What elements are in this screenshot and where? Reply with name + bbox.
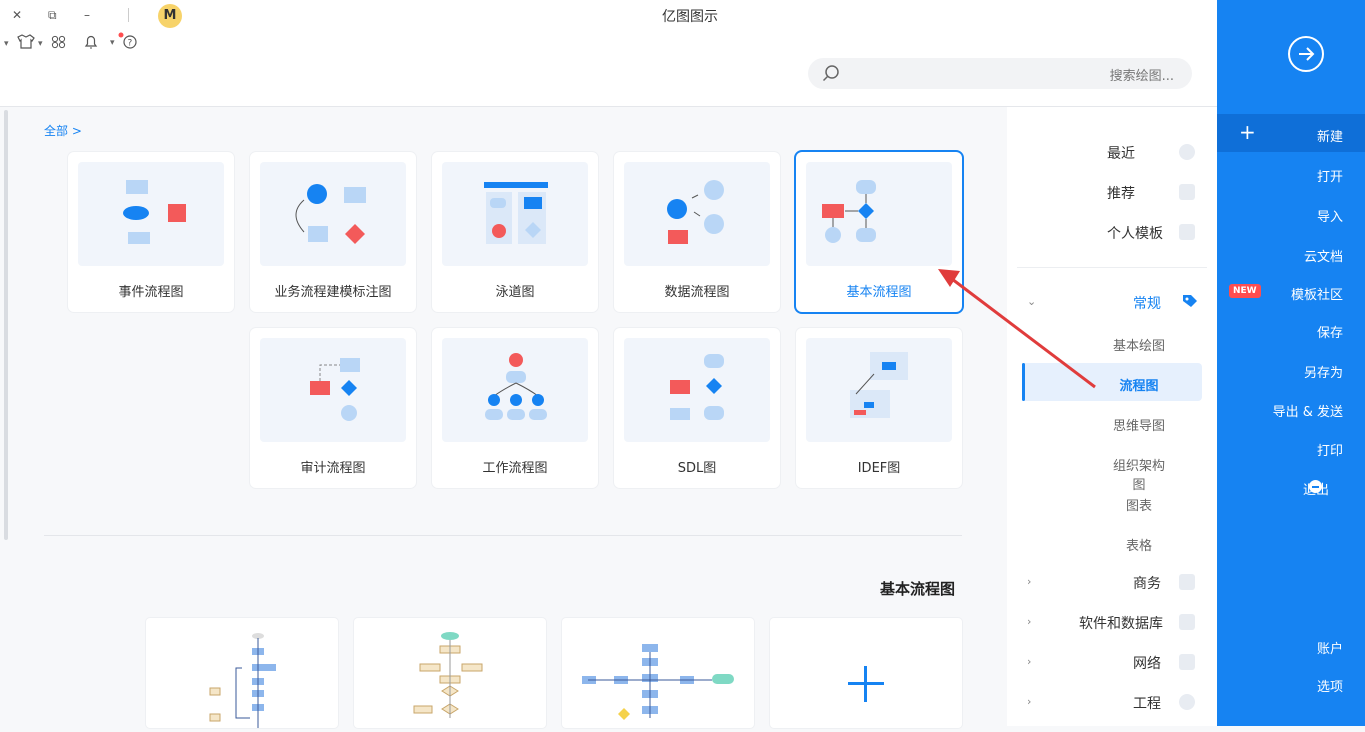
toolbar-divider	[128, 8, 129, 22]
briefcase-icon	[1179, 574, 1195, 590]
window-title: 亿图图示	[662, 9, 718, 25]
chevron-right-icon[interactable]: ›	[1027, 615, 1031, 628]
sdl-thumbnail	[624, 338, 770, 442]
star-icon	[1179, 184, 1195, 200]
subcategory-org-chart[interactable]: 组织架构图	[1107, 455, 1171, 493]
restore-button[interactable]: ⧉	[48, 8, 57, 23]
subcategory-tables[interactable]: 表格	[1107, 535, 1171, 554]
card-label: IDEF图	[857, 461, 901, 476]
search-input[interactable]: 搜索绘图...	[1110, 65, 1174, 84]
workflow-thumbnail	[442, 338, 588, 442]
flowchart-preview-1	[582, 644, 734, 720]
section-title: 基本流程图	[880, 580, 956, 598]
template-card-audit[interactable]: 审计流程图	[250, 328, 416, 488]
tag-icon	[1183, 295, 1197, 307]
svg-text:?: ?	[128, 39, 133, 49]
menu-export-send[interactable]: 导出 & 发送	[1223, 401, 1343, 420]
template-card-sdl[interactable]: SDL图	[614, 328, 780, 488]
category-panel: 最近 推荐 个人模板 ⌄ 常规 基本绘图 流程图 思维导图 组织架构图 图表 表…	[1007, 107, 1217, 726]
menu-save[interactable]: 保存	[1223, 322, 1343, 341]
svg-text:▾: ▾	[4, 39, 9, 49]
search-box[interactable]: 搜索绘图...	[808, 58, 1192, 89]
network-icon	[1179, 654, 1195, 670]
event-flow-thumbnail	[78, 162, 224, 266]
card-label: 工作流程图	[482, 461, 548, 476]
section-divider	[44, 535, 962, 536]
svg-text:▾: ▾	[38, 39, 43, 49]
code-icon	[1179, 614, 1195, 630]
template-card-swimlane[interactable]: 泳道图	[432, 152, 598, 312]
search-icon	[822, 65, 839, 82]
menu-import[interactable]: 导入	[1223, 206, 1343, 225]
plus-icon	[846, 664, 886, 704]
audit-thumbnail	[260, 338, 406, 442]
back-all-link[interactable]: 全部 >	[44, 122, 82, 139]
back-arrow-icon[interactable]	[1288, 36, 1324, 72]
subcategory-mindmap[interactable]: 思维导图	[1107, 415, 1171, 434]
new-badge: NEW	[1229, 284, 1261, 298]
apps-icon[interactable]: ▾	[38, 34, 68, 50]
subcategory-flowchart[interactable]: 流程图	[1107, 375, 1171, 394]
menu-new[interactable]: 新建	[1223, 126, 1343, 145]
basic-flowchart-thumbnail	[806, 162, 952, 266]
template-thumb-2[interactable]	[354, 618, 546, 728]
subcategory-charts[interactable]: 图表	[1107, 495, 1171, 514]
flowchart-preview-2	[413, 632, 483, 718]
card-label: SDL图	[677, 461, 717, 476]
card-label: 泳道图	[495, 285, 535, 300]
bell-icon[interactable]	[82, 33, 100, 51]
template-card-event-flow[interactable]: 事件流程图	[68, 152, 234, 312]
minimize-button[interactable]: –	[84, 8, 90, 22]
swimlane-thumbnail	[442, 162, 588, 266]
help-icon[interactable]: ▾ ?	[110, 31, 140, 51]
close-button[interactable]: ✕	[12, 8, 22, 22]
category-business[interactable]: 商务	[1133, 573, 1161, 593]
card-label: 业务流程建模标注图	[274, 285, 392, 300]
card-label: 数据流程图	[664, 285, 730, 300]
red-arrow-annotation	[938, 269, 1096, 389]
svg-text:▾: ▾	[110, 38, 115, 48]
card-label: 审计流程图	[300, 461, 366, 476]
subcategory-basic-drawing[interactable]: 基本绘图	[1107, 335, 1171, 354]
clock-icon	[1179, 144, 1195, 160]
category-recent[interactable]: 最近	[1107, 143, 1135, 163]
helmet-icon	[1179, 694, 1195, 710]
menu-open[interactable]: 打开	[1223, 166, 1343, 185]
chevron-right-icon[interactable]: ›	[1027, 655, 1031, 668]
category-general[interactable]: 常规	[1133, 293, 1161, 313]
category-recommended[interactable]: 推荐	[1107, 183, 1135, 203]
tshirt-icon[interactable]: ▾	[4, 34, 38, 50]
flowchart-preview-3	[209, 633, 276, 728]
card-label: 事件流程图	[118, 285, 184, 300]
template-card-workflow[interactable]: 工作流程图	[432, 328, 598, 488]
file-menu-panel: + 新建 打开 导入 云文档 模板社区 NEW 保存 另存为 导出 & 发送 打…	[1217, 0, 1365, 726]
bpmn-thumbnail	[260, 162, 406, 266]
template-card-data-flow[interactable]: 数据流程图	[614, 152, 780, 312]
chevron-right-icon[interactable]: ›	[1027, 695, 1031, 708]
menu-account[interactable]: 账户	[1223, 638, 1343, 657]
category-personal-templates[interactable]: 个人模板	[1107, 223, 1163, 243]
menu-print[interactable]: 打印	[1223, 440, 1343, 459]
template-card-bpmn[interactable]: 业务流程建模标注图	[250, 152, 416, 312]
exit-icon	[1309, 480, 1322, 493]
document-icon	[1179, 224, 1195, 240]
chevron-right-icon[interactable]: ›	[1027, 575, 1031, 588]
category-engineering[interactable]: 工程	[1133, 693, 1161, 713]
user-avatar[interactable]: M	[158, 4, 182, 28]
left-scrollbar[interactable]	[4, 110, 8, 540]
template-thumb-3[interactable]	[146, 618, 338, 728]
data-flow-thumbnail	[624, 162, 770, 266]
new-blank-card[interactable]	[770, 618, 962, 728]
category-software-db[interactable]: 软件和数据库	[1079, 613, 1163, 633]
menu-cloud-docs[interactable]: 云文档	[1223, 246, 1343, 265]
category-network[interactable]: 网络	[1133, 653, 1161, 673]
menu-save-as[interactable]: 另存为	[1223, 362, 1343, 381]
menu-options[interactable]: 选项	[1223, 676, 1343, 695]
template-thumb-1[interactable]	[562, 618, 754, 728]
